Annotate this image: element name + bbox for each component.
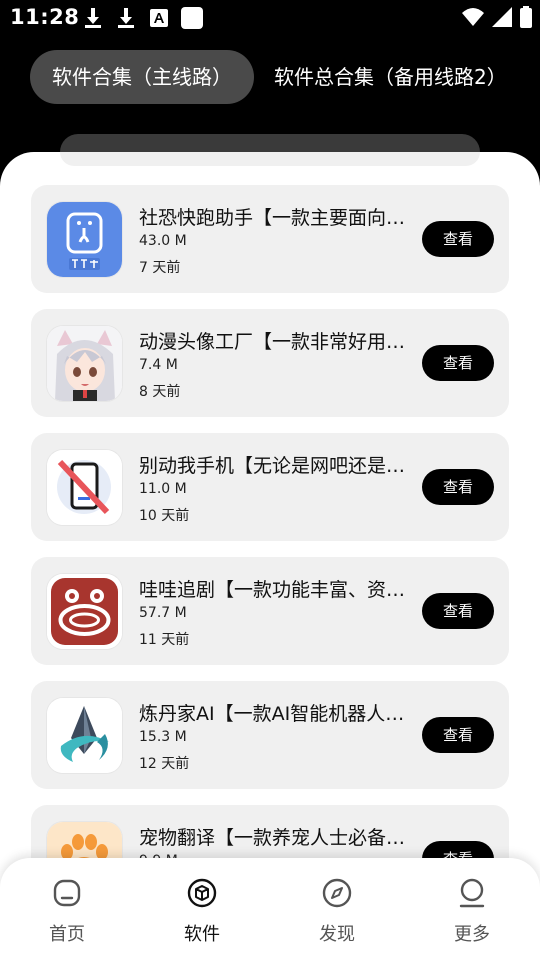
view-button[interactable]: 查看 — [422, 593, 494, 629]
status-time: 11:28 — [10, 5, 80, 29]
anime-avatar-icon — [47, 326, 122, 401]
status-bar: 11:28 — [0, 0, 540, 36]
app-size: 11.0 M — [139, 481, 187, 497]
compass-icon — [322, 878, 352, 908]
box-icon — [187, 878, 217, 908]
app-name: 社恐快跑助手【一款主要面向社恐人群的辅助工具】 — [139, 207, 409, 229]
social-anxiety-icon — [47, 202, 122, 277]
app-name: 别动我手机【无论是网吧还是宿舍都能防止别人乱动】 — [139, 455, 409, 477]
app-card[interactable]: 社恐快跑助手【一款主要面向社恐人群的辅助工具】 43.0 M 7 天前 查看 — [31, 185, 509, 293]
nav-label-home: 首页 — [49, 924, 85, 945]
battery-icon — [520, 6, 532, 32]
app-size: 57.7 M — [139, 605, 187, 621]
app-size: 7.4 M — [139, 357, 178, 373]
app-updated-time: 7 天前 — [139, 260, 181, 276]
tab-main-line[interactable]: 软件合集（主线路） — [30, 50, 254, 104]
nav-item-home[interactable]: 首页 — [27, 878, 107, 946]
system-icons — [462, 6, 532, 32]
app-size: 43.0 M — [139, 233, 187, 249]
app-updated-time: 8 天前 — [139, 384, 181, 400]
user-icon — [457, 878, 487, 908]
download-icon — [82, 7, 104, 29]
sheet-divider — [60, 152, 480, 166]
app-card[interactable]: 哇哇追剧【一款功能丰富、资源齐全的追剧软件】 57.7 M 11 天前 查看 — [31, 557, 509, 665]
view-button[interactable]: 查看 — [422, 221, 494, 257]
nav-item-more[interactable]: 更多 — [432, 878, 512, 946]
bottom-navigation: 首页 软件 发现 更多 — [0, 858, 540, 960]
view-button[interactable]: 查看 — [422, 345, 494, 381]
nav-item-discover[interactable]: 发现 — [297, 878, 377, 946]
nav-label-software: 软件 — [184, 924, 220, 945]
home-icon — [52, 878, 82, 908]
app-name: 哇哇追剧【一款功能丰富、资源齐全的追剧软件】 — [139, 579, 409, 601]
nav-label-discover: 发现 — [319, 924, 355, 945]
app-list-sheet[interactable]: 社恐快跑助手【一款主要面向社恐人群的辅助工具】 43.0 M 7 天前 查看 — [0, 152, 540, 960]
view-button[interactable]: 查看 — [422, 469, 494, 505]
app-card[interactable]: 动漫头像工厂【一款非常好用的动漫头像制作工具】 7.4 M 8 天前 查看 — [31, 309, 509, 417]
download-icon — [115, 7, 137, 29]
signal-icon — [492, 7, 512, 31]
app-notification-icon — [181, 7, 203, 29]
app-updated-time: 11 天前 — [139, 632, 190, 648]
app-card[interactable]: 别动我手机【无论是网吧还是宿舍都能防止别人乱动】 11.0 M 10 天前 查看 — [31, 433, 509, 541]
app-name: 宠物翻译【一款养宠人士必备的翻译工具】 — [139, 827, 409, 849]
app-name: 动漫头像工厂【一款非常好用的动漫头像制作工具】 — [139, 331, 409, 353]
nav-label-more: 更多 — [454, 924, 490, 945]
notification-icons — [82, 7, 203, 29]
app-updated-time: 10 天前 — [139, 508, 190, 524]
crystal-ai-icon — [47, 698, 122, 773]
tab-backup-line[interactable]: 软件总合集（备用线路2） — [274, 50, 507, 104]
wawa-drama-icon — [47, 574, 122, 649]
app-name: 炼丹家AI【一款AI智能机器人对话工具】 — [139, 703, 409, 725]
app-size: 15.3 M — [139, 729, 187, 745]
wifi-icon — [462, 7, 484, 31]
category-tabs: 软件合集（主线路） 软件总合集（备用线路2） — [0, 50, 540, 106]
nav-item-software[interactable]: 软件 — [162, 878, 242, 946]
no-phone-icon — [47, 450, 122, 525]
translate-icon — [148, 7, 170, 29]
app-card[interactable]: 炼丹家AI【一款AI智能机器人对话工具】 15.3 M 12 天前 查看 — [31, 681, 509, 789]
app-updated-time: 12 天前 — [139, 756, 190, 772]
view-button[interactable]: 查看 — [422, 717, 494, 753]
